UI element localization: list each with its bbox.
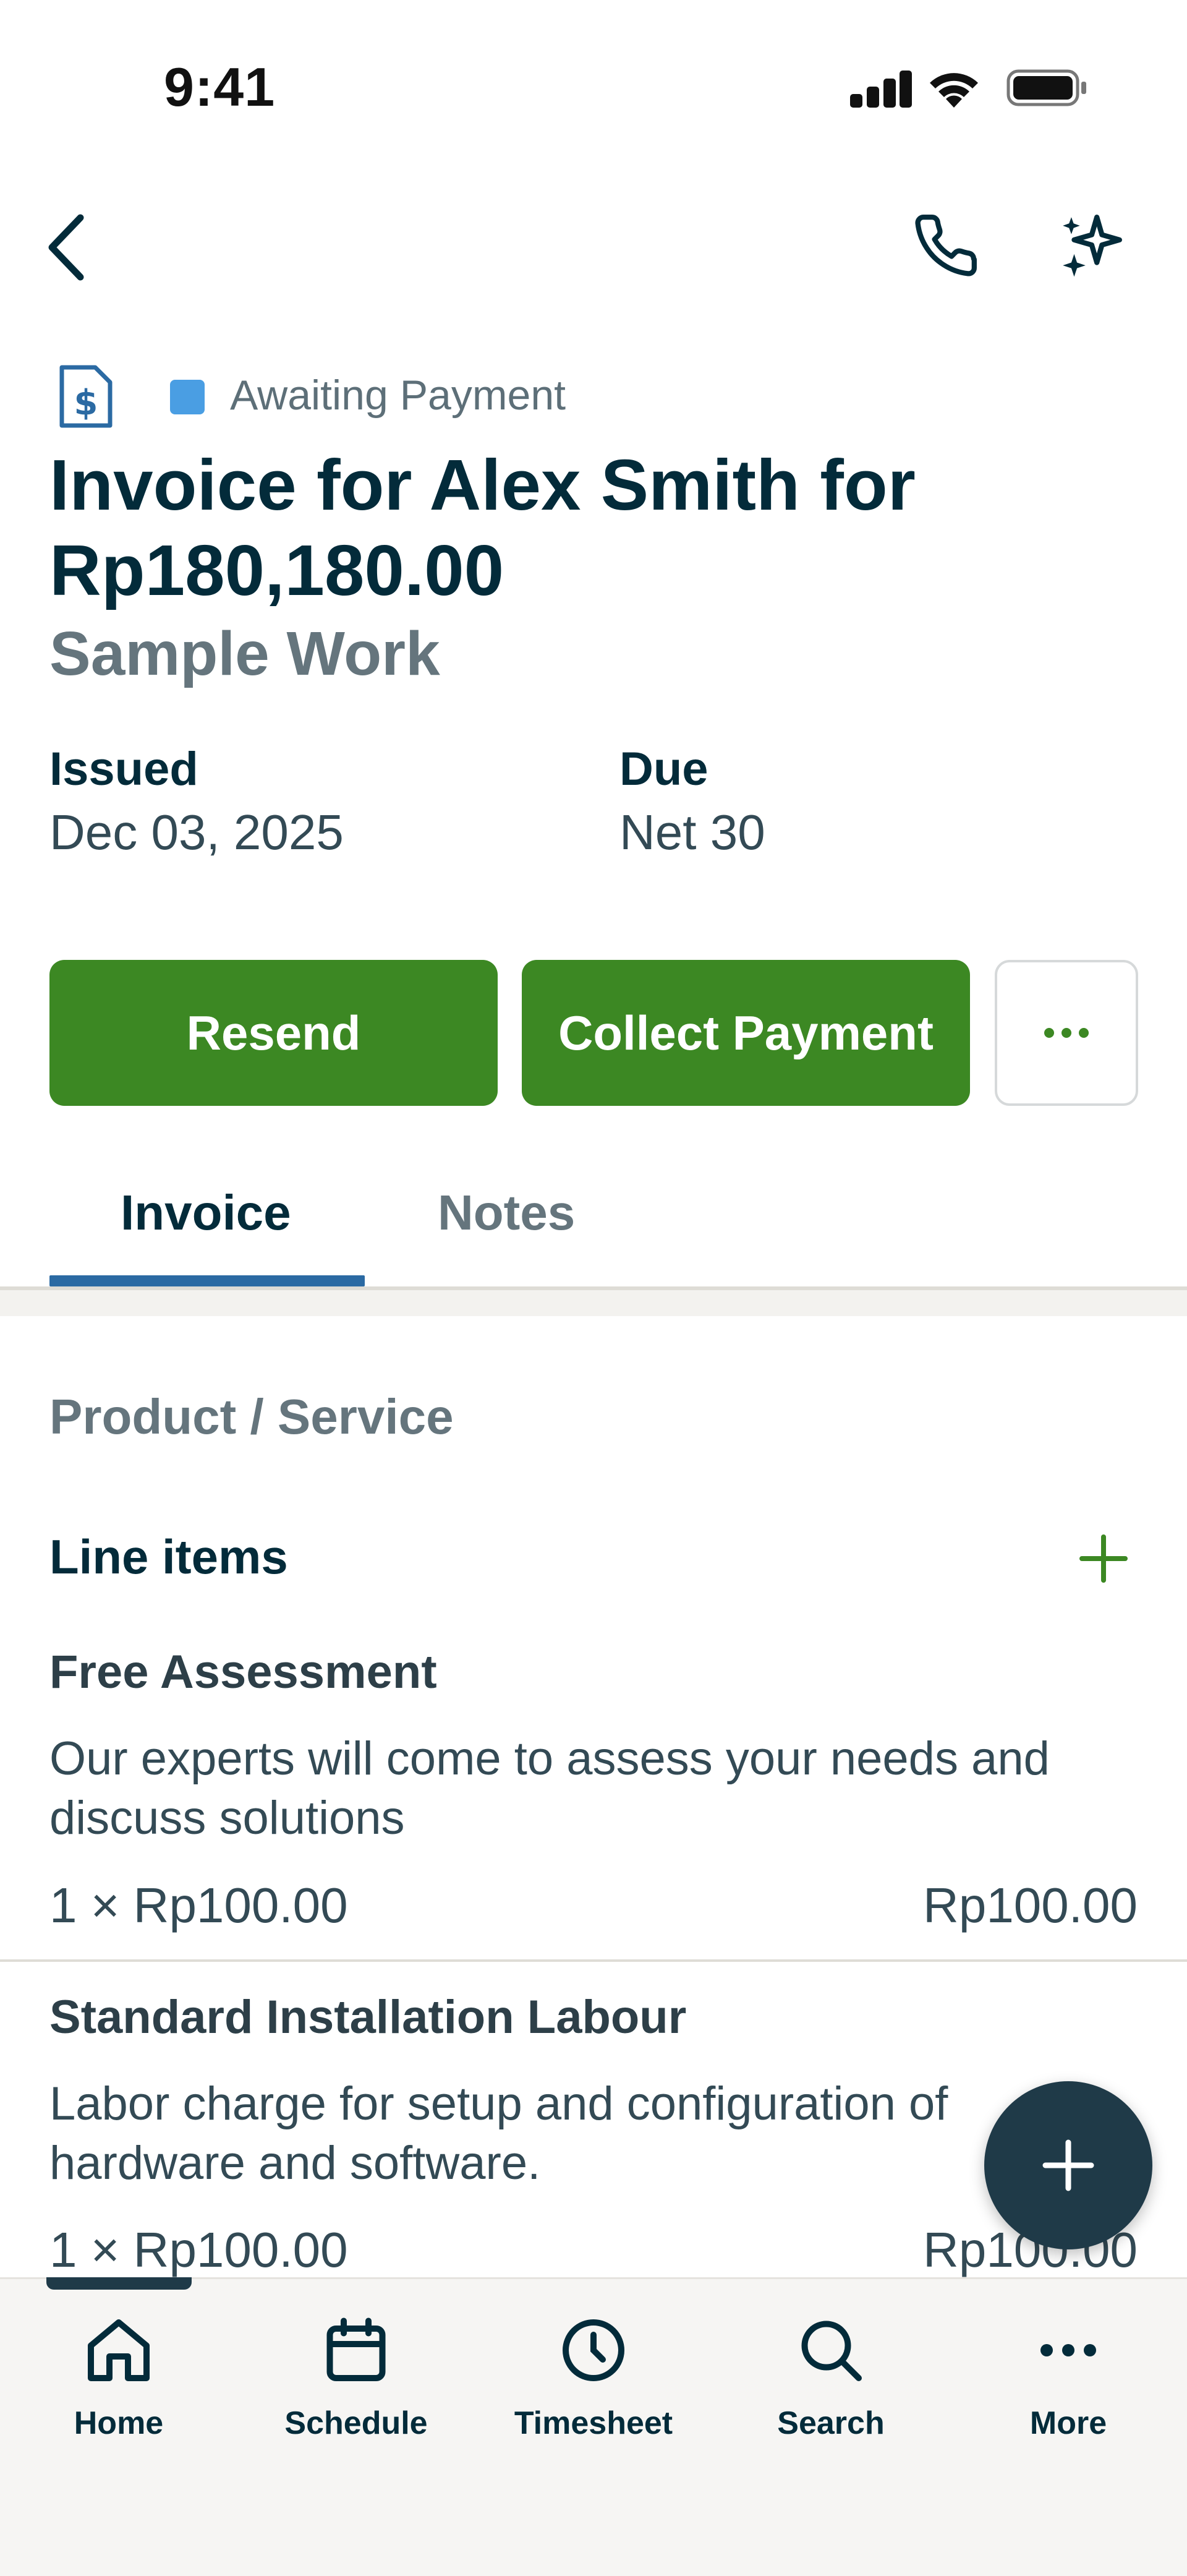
search-icon (801, 2321, 862, 2381)
line-items-label: Line items (49, 1530, 288, 1584)
line-item-name[interactable]: Free Assessment (49, 1645, 437, 1699)
nav-search[interactable]: Search (738, 2313, 924, 2442)
home-icon (88, 2319, 150, 2381)
nav-label: More (1029, 2405, 1107, 2441)
invoice-title: Invoice for Alex Smith for Rp180,180.00 (49, 445, 916, 610)
chevron-left-icon[interactable] (43, 210, 93, 285)
due-value: Net 30 (619, 805, 765, 860)
issued-label: Issued (49, 743, 198, 795)
line-item-quantity: 1 × Rp100.00 (49, 2222, 348, 2277)
more-icon (1040, 2344, 1096, 2356)
cellular-signal-icon (850, 69, 912, 108)
line-item-name[interactable]: Standard Installation Labour (49, 1990, 686, 2044)
status-bar-time: 9:41 (164, 56, 276, 118)
nav-timesheet[interactable]: Timesheet (501, 2313, 686, 2442)
nav-home[interactable]: Home (26, 2313, 211, 2442)
line-item-total: Rp100.00 (923, 1878, 1138, 1933)
active-nav-indicator (46, 2277, 192, 2290)
nav-schedule[interactable]: Schedule (263, 2313, 449, 2442)
sparkles-icon[interactable] (1057, 212, 1125, 280)
due-label: Due (619, 743, 708, 795)
phone-icon[interactable] (912, 212, 980, 280)
wifi-icon (930, 73, 978, 108)
line-item-description: Our experts will come to assess your nee… (49, 1732, 1050, 1844)
nav-label: Home (74, 2405, 164, 2441)
ellipsis-icon (1044, 1028, 1054, 1038)
calendar-icon (326, 2317, 386, 2381)
tab-invoice[interactable]: Invoice (121, 1184, 291, 1241)
status-label: Awaiting Payment (230, 372, 566, 419)
collect-payment-button[interactable]: Collect Payment (522, 960, 970, 1106)
nav-more[interactable]: More (976, 2313, 1161, 2442)
svg-text:$: $ (74, 383, 98, 423)
plus-icon (1042, 2139, 1094, 2191)
section-heading: Product / Service (49, 1389, 454, 1444)
invoice-subtitle: Sample Work (49, 619, 440, 688)
nav-label: Timesheet (514, 2405, 673, 2441)
tab-notes[interactable]: Notes (438, 1184, 575, 1241)
resend-button[interactable]: Resend (49, 960, 498, 1106)
invoice-document-icon: $ (59, 365, 113, 428)
issued-value: Dec 03, 2025 (49, 805, 344, 860)
line-item-divider (0, 1959, 1187, 1962)
active-tab-indicator (49, 1275, 365, 1286)
more-actions-button[interactable] (995, 960, 1138, 1106)
clock-icon (563, 2319, 624, 2381)
section-separator (0, 1290, 1187, 1316)
floating-add-button[interactable] (984, 2081, 1152, 2249)
status-indicator (170, 380, 205, 414)
add-line-item-icon[interactable] (1076, 1531, 1131, 1586)
battery-icon (1006, 69, 1086, 106)
line-item-quantity: 1 × Rp100.00 (49, 1878, 348, 1933)
nav-label: Search (777, 2405, 885, 2441)
nav-label: Schedule (284, 2405, 428, 2441)
line-item-description: Labor charge for setup and configuration… (49, 2077, 948, 2189)
